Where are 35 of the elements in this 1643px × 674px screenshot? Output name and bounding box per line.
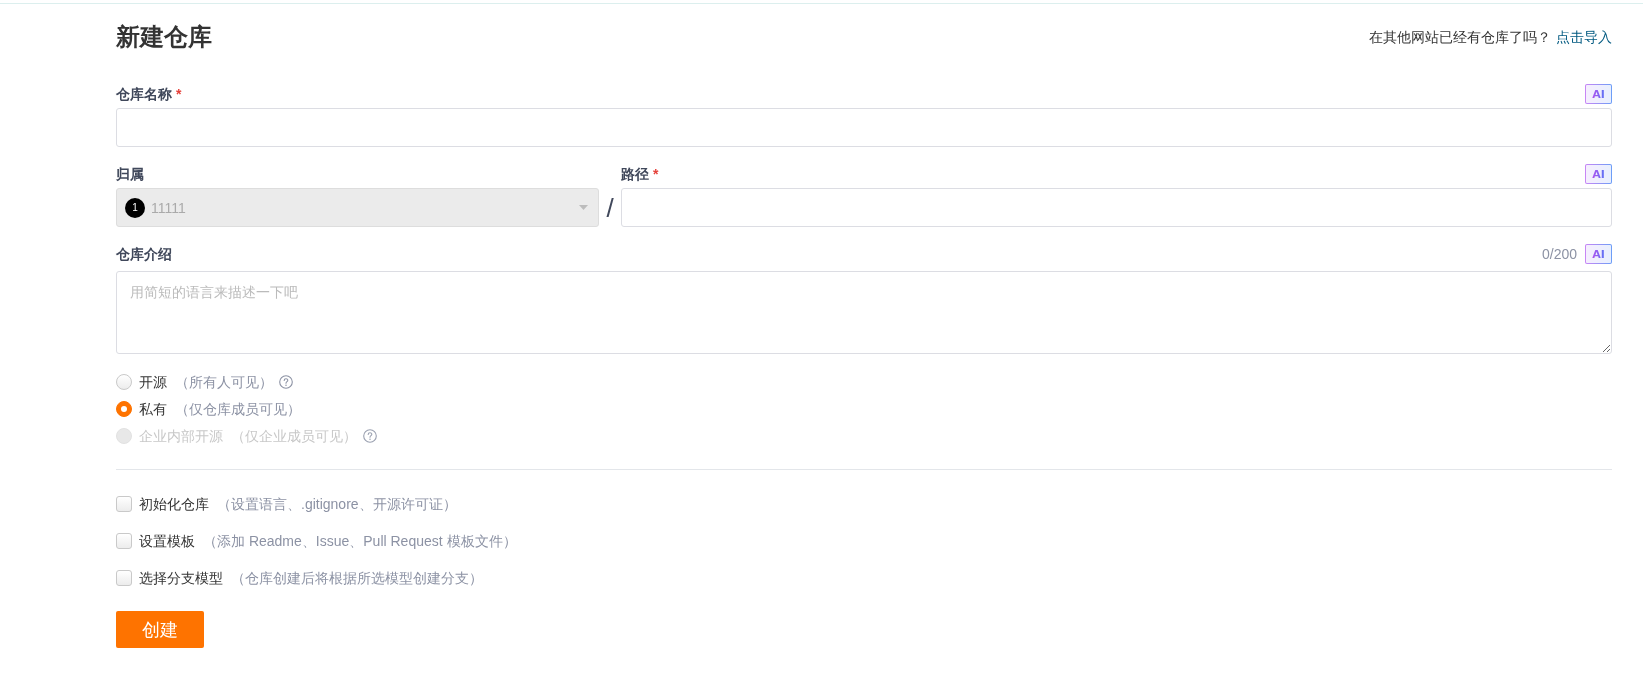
checkbox-label[interactable]: 初始化仓库: [139, 495, 209, 513]
ai-button[interactable]: AI: [1585, 84, 1612, 104]
field-label: 仓库介绍: [116, 245, 172, 263]
checkbox[interactable]: [116, 496, 132, 512]
character-counter: 0/200: [1541, 245, 1577, 263]
path-separator: /: [606, 192, 614, 223]
import-prompt: 在其他网站已经有仓库了吗？: [1369, 28, 1551, 46]
checkbox-hint: （设置语言、.gitignore、开源许可证）: [217, 495, 457, 513]
required-mark: *: [176, 85, 182, 103]
ai-button[interactable]: AI: [1585, 244, 1612, 264]
radio-hint: （仅仓库成员可见）: [175, 400, 301, 418]
checkbox-hint: （仓库创建后将根据所选模型创建分支）: [231, 569, 483, 587]
radio-button[interactable]: [116, 374, 132, 390]
checkbox-label[interactable]: 设置模板: [139, 532, 195, 550]
help-icon[interactable]: [279, 375, 293, 389]
radio-label[interactable]: 私有: [139, 400, 167, 418]
radio-hint: （所有人可见）: [175, 373, 273, 391]
caret-icon: [579, 205, 588, 210]
description-field[interactable]: 用简短的语言来描述一下吧: [116, 271, 1612, 354]
checkbox-label[interactable]: 选择分支模型: [139, 569, 223, 587]
field-label: 仓库名称: [116, 85, 172, 103]
radio-button[interactable]: [116, 401, 132, 417]
repo-name-field[interactable]: [116, 108, 1612, 147]
import-link[interactable]: 点击导入: [1556, 28, 1612, 46]
ai-button[interactable]: AI: [1585, 164, 1612, 184]
owner-avatar: 1: [125, 197, 145, 218]
checkbox[interactable]: [116, 533, 132, 549]
field-label: 归属: [116, 165, 144, 183]
path-field[interactable]: [621, 188, 1612, 227]
page-title: 新建仓库: [116, 22, 212, 52]
checkbox-hint: （添加 Readme、Issue、Pull Request 模板文件）: [203, 532, 517, 550]
field-label: 路径: [621, 165, 649, 183]
required-mark: *: [653, 165, 659, 183]
radio-label[interactable]: 开源: [139, 373, 167, 391]
checkbox[interactable]: [116, 570, 132, 586]
